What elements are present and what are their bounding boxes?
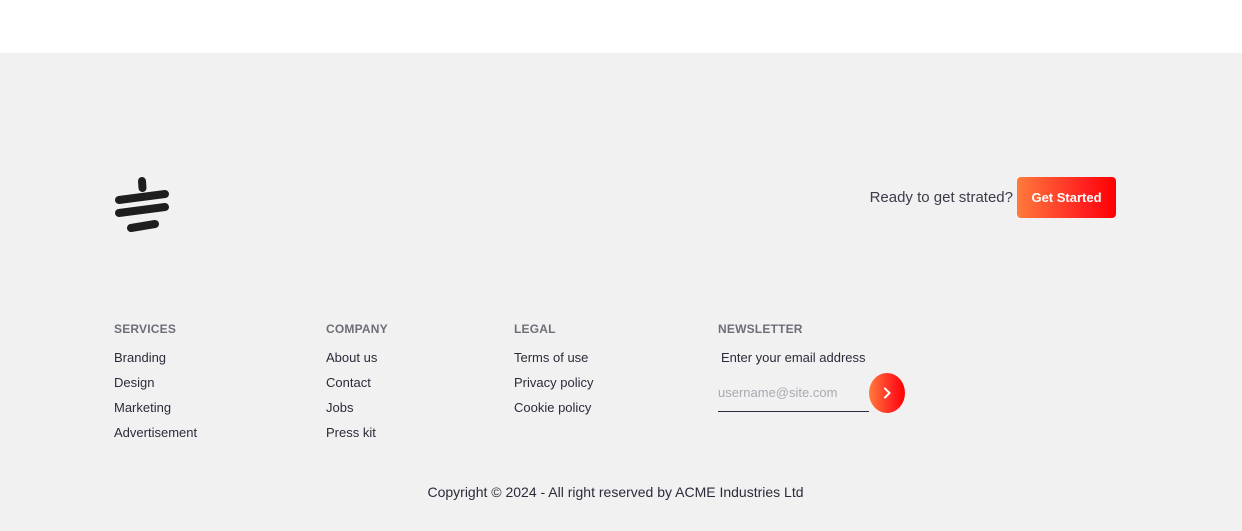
copyright-text: Copyright © 2024 - All right reserved by… [427,484,804,500]
cta-section: Ready to get strated? Get Started [870,177,1116,218]
company-title: COMPANY [326,322,388,336]
company-column: COMPANY About us Contact Jobs Press kit [326,322,388,450]
company-link-label[interactable]: Jobs [326,400,353,415]
legal-link-terms[interactable]: Terms of use [514,350,593,375]
services-link-marketing[interactable]: Marketing [114,400,197,425]
company-link-contact[interactable]: Contact [326,375,388,400]
company-link-press-kit[interactable]: Press kit [326,425,388,450]
services-link-label[interactable]: Marketing [114,400,171,415]
legal-link-label[interactable]: Terms of use [514,350,588,365]
services-title: SERVICES [114,322,177,336]
legal-link-label[interactable]: Cookie policy [514,400,591,415]
services-link-branding[interactable]: Branding [114,350,197,375]
services-column: SERVICES Branding Design Marketing Adver… [114,322,197,450]
services-link-advertisement[interactable]: Advertisement [114,425,197,450]
legal-title: LEGAL [514,322,556,336]
company-link-label[interactable]: Contact [326,375,371,390]
company-link-label[interactable]: About us [326,350,377,365]
legal-link-label[interactable]: Privacy policy [514,375,593,390]
services-link-label[interactable]: Design [114,375,154,390]
brand-logo-icon[interactable] [113,176,171,234]
services-link-label[interactable]: Advertisement [114,425,197,440]
top-strip [0,0,1242,53]
site-footer [0,53,1242,531]
legal-link-privacy[interactable]: Privacy policy [514,375,593,400]
company-link-label[interactable]: Press kit [326,425,376,440]
cta-text: Ready to get strated? [869,189,1013,206]
company-link-about[interactable]: About us [326,350,388,375]
services-link-design[interactable]: Design [114,375,197,400]
newsletter-title: NEWSLETTER [718,322,803,336]
newsletter-column: NEWSLETTER Enter your email address [718,322,908,421]
get-started-button[interactable]: Get Started [1017,177,1116,218]
chevron-right-icon [884,387,891,399]
legal-column: LEGAL Terms of use Privacy policy Cookie… [514,322,593,425]
newsletter-form [718,373,908,421]
newsletter-submit-button[interactable] [869,373,905,413]
newsletter-label: Enter your email address [721,350,866,365]
company-link-jobs[interactable]: Jobs [326,400,388,425]
legal-link-cookie[interactable]: Cookie policy [514,400,593,425]
services-link-label[interactable]: Branding [114,350,166,365]
newsletter-email-input[interactable] [718,373,869,412]
